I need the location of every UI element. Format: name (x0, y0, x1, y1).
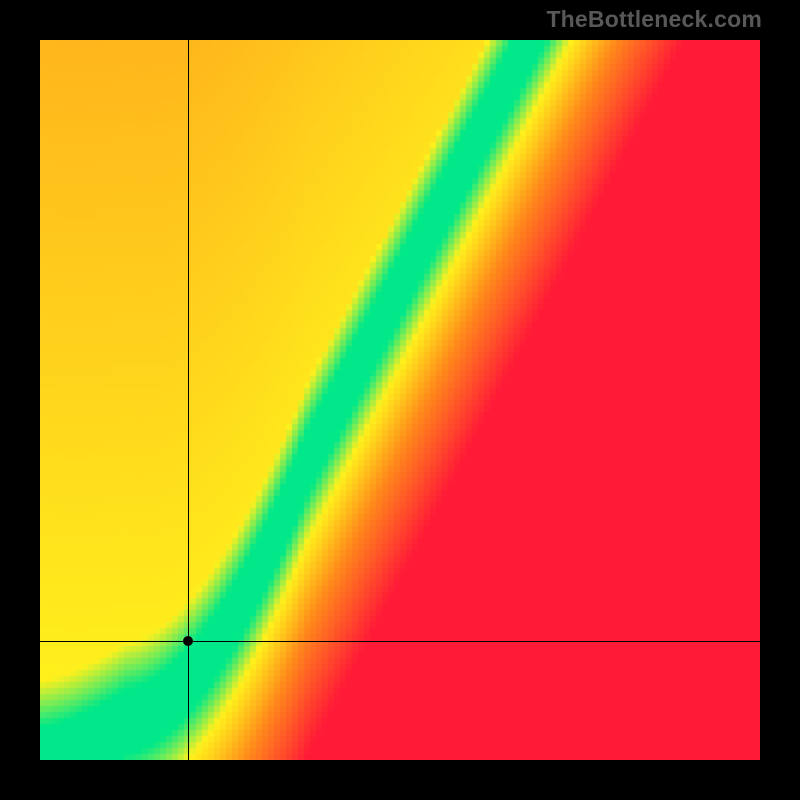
crosshair-vertical (188, 40, 189, 760)
watermark-text: TheBottleneck.com (546, 6, 762, 33)
bottleneck-heatmap (40, 40, 760, 760)
crosshair-dot (183, 636, 193, 646)
crosshair-horizontal (40, 641, 760, 642)
chart-frame: TheBottleneck.com (0, 0, 800, 800)
